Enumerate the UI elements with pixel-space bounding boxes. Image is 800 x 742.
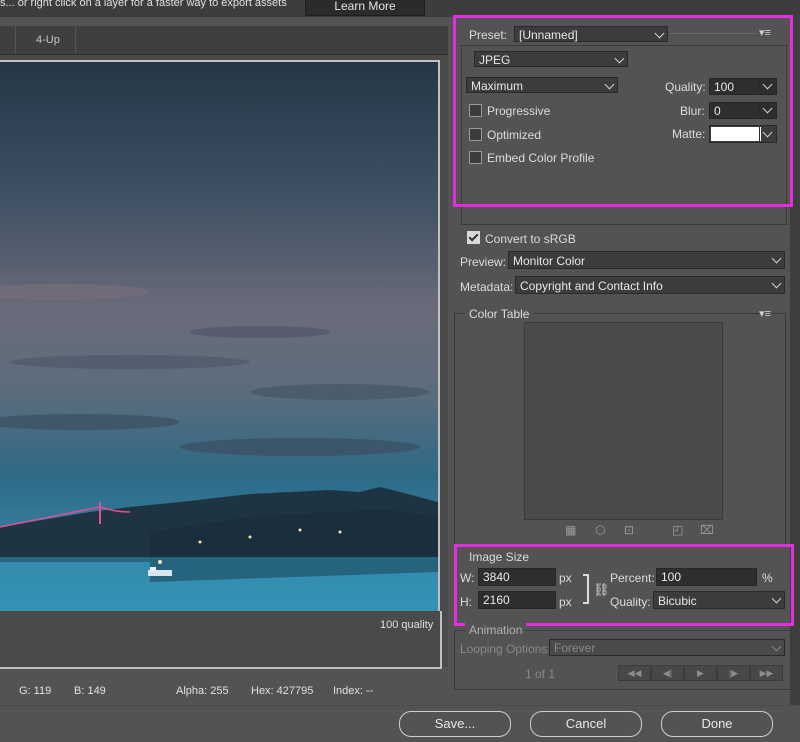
status-alpha-value: Alpha: 255 bbox=[176, 685, 229, 697]
previous-frame-button[interactable]: ◀| bbox=[651, 665, 684, 681]
tab-separator bbox=[75, 26, 76, 54]
map-transparency-icon[interactable]: ▦ bbox=[565, 523, 576, 537]
view-tab-strip: 4-Up bbox=[0, 26, 448, 55]
metadata-value: Copyright and Contact Info bbox=[520, 279, 663, 293]
height-unit: px bbox=[559, 595, 572, 609]
looping-options-value: Forever bbox=[554, 641, 596, 655]
percent-input[interactable]: 100 bbox=[656, 568, 757, 586]
color-table-title: Color Table bbox=[465, 307, 534, 321]
learn-more-button[interactable]: Learn More bbox=[305, 0, 425, 16]
width-label: W: bbox=[460, 571, 475, 585]
play-button[interactable]: ▶ bbox=[684, 665, 717, 681]
done-button[interactable]: Done bbox=[661, 711, 773, 737]
cancel-button[interactable]: Cancel bbox=[530, 711, 642, 737]
width-input[interactable]: 3840 bbox=[478, 568, 556, 586]
preview-label: Preview: bbox=[460, 255, 507, 269]
lock-color-icon[interactable]: ⊡ bbox=[624, 523, 634, 537]
chevron-down-icon bbox=[771, 593, 782, 604]
link-chain-icon[interactable]: ⛓ bbox=[593, 582, 610, 598]
color-table-grid bbox=[524, 322, 723, 520]
link-bracket bbox=[583, 574, 589, 604]
status-b-value: B: 149 bbox=[74, 685, 106, 697]
convert-srgb-label: Convert to sRGB bbox=[485, 232, 576, 246]
chevron-down-icon bbox=[771, 253, 782, 264]
first-frame-button[interactable]: ◀◀ bbox=[618, 665, 651, 681]
resample-quality-value: Bicubic bbox=[658, 594, 697, 608]
image-preview[interactable] bbox=[0, 60, 440, 613]
preview-quality-caption: 100 quality bbox=[380, 619, 434, 631]
save-button[interactable]: Save... bbox=[399, 711, 511, 737]
animation-title: Animation bbox=[465, 623, 527, 637]
last-frame-button[interactable]: ▶▶ bbox=[750, 665, 783, 681]
chevron-down-icon bbox=[771, 641, 782, 652]
metadata-label: Metadata: bbox=[460, 280, 514, 294]
height-input[interactable]: 2160 bbox=[478, 591, 556, 609]
trash-icon[interactable]: ⌧ bbox=[700, 523, 714, 537]
metadata-dropdown[interactable]: Copyright and Contact Info bbox=[515, 276, 785, 294]
status-g-value: G: 119 bbox=[19, 685, 52, 697]
status-hex-value: Hex: 427795 bbox=[251, 685, 314, 697]
image-size-title: Image Size bbox=[465, 550, 534, 564]
tab-separator bbox=[15, 26, 16, 54]
height-label: H: bbox=[460, 595, 472, 609]
preview-frame bbox=[0, 611, 442, 669]
resample-quality-dropdown[interactable]: Bicubic bbox=[653, 591, 785, 609]
city-skyline-image bbox=[0, 62, 438, 613]
tab-4-up[interactable]: 4-Up bbox=[36, 26, 60, 54]
new-color-icon[interactable]: ◰ bbox=[672, 523, 683, 537]
web-snap-icon[interactable]: ⬡ bbox=[595, 523, 605, 537]
highlight-format-settings bbox=[453, 15, 793, 207]
convert-srgb-checkbox[interactable] bbox=[467, 231, 480, 244]
width-unit: px bbox=[559, 571, 572, 585]
looping-options-label: Looping Options: bbox=[460, 642, 551, 656]
preview-color-dropdown[interactable]: Monitor Color bbox=[508, 251, 785, 269]
resample-quality-label: Quality: bbox=[610, 595, 651, 609]
preview-color-value: Monitor Color bbox=[513, 254, 586, 268]
status-index-value: Index: -- bbox=[333, 685, 374, 697]
next-frame-button[interactable]: |▶ bbox=[717, 665, 750, 681]
color-table-menu-icon[interactable]: ▾≡ bbox=[759, 307, 771, 320]
chevron-down-icon bbox=[771, 278, 782, 289]
percent-label: Percent: bbox=[610, 571, 655, 585]
percent-unit: % bbox=[762, 571, 773, 585]
frame-counter: 1 of 1 bbox=[525, 667, 556, 681]
export-hint-text: s... or right click on a layer for a fas… bbox=[0, 0, 287, 9]
looping-options-dropdown[interactable]: Forever bbox=[549, 639, 785, 656]
